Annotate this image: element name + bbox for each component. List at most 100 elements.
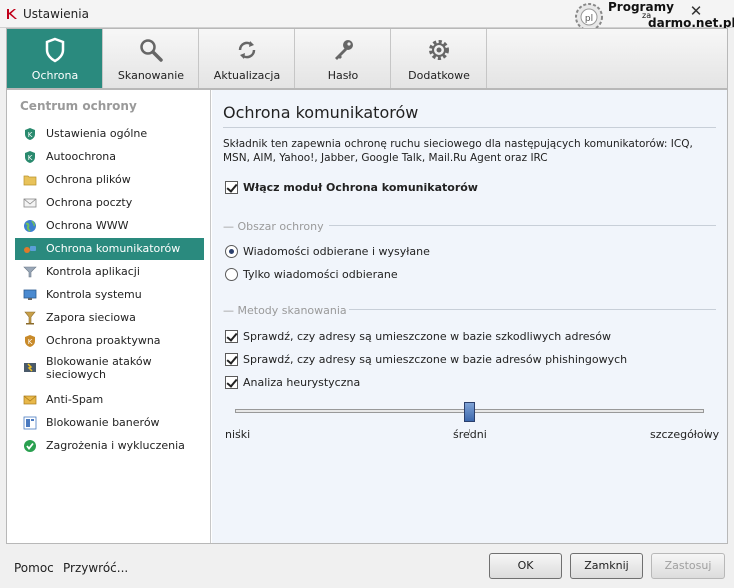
sidebar-item-label: Ustawienia ogólne (46, 127, 148, 140)
shield-k-icon: K (25, 335, 35, 347)
sidebar-item-label: Kontrola systemu (46, 288, 142, 301)
sidebar-item-ochrona-www[interactable]: Ochrona WWW (15, 215, 204, 237)
folder-icon (23, 175, 37, 186)
sidebar-item-blokowanie-atakow[interactable]: Blokowanie ataków sieciowych (15, 354, 204, 384)
messenger-icon (24, 246, 36, 253)
svg-text:K: K (28, 338, 33, 346)
radio-received-only-label: Tylko wiadomości odbierane (243, 268, 398, 281)
sidebar-item-zagrozenia[interactable]: Zagrożenia i wykluczenia (15, 435, 204, 457)
sidebar-item-label: Ochrona komunikatorów (46, 242, 181, 255)
sidebar-item-label: Blokowanie banerów (46, 416, 160, 429)
sidebar-item-label: Zagrożenia i wykluczenia (46, 439, 185, 452)
sidebar-item-label: Ochrona poczty (46, 196, 133, 209)
enable-module-checkbox[interactable] (225, 181, 238, 194)
sidebar-item-kontrola-systemu[interactable]: Kontrola systemu (15, 284, 204, 306)
funnel-icon (23, 266, 37, 278)
tab-label: Aktualizacja (213, 69, 281, 82)
check-circle-icon (24, 440, 36, 452)
settings-panel: Centrum ochrony K Ustawienia ogólne K Au… (6, 89, 728, 544)
tab-dodatkowe[interactable]: Dodatkowe (391, 29, 487, 88)
key-icon (335, 40, 353, 60)
sidebar-item-ochrona-komunikatorow[interactable]: Ochrona komunikatorów (15, 238, 204, 260)
sidebar-item-autoochrona[interactable]: K Autoochrona (15, 146, 204, 168)
tab-aktualizacja[interactable]: Aktualizacja (199, 29, 295, 88)
firewall-icon (24, 311, 36, 325)
shield-k-icon: K (25, 128, 35, 140)
sidebar-item-label: Ochrona plików (46, 173, 131, 186)
svg-text:K: K (28, 154, 33, 162)
heuristic-analysis-checkbox[interactable] (225, 376, 238, 389)
section-divider (329, 225, 716, 226)
title-divider (223, 127, 716, 128)
sidebar-item-label: Ochrona WWW (46, 219, 129, 232)
heuristic-analysis-label: Analiza heurystyczna (243, 376, 361, 389)
window-title: Ustawienia (23, 7, 89, 21)
description-text: Składnik ten zapewnia ochronę ruchu siec… (223, 138, 693, 164)
section-title-metody: — Metody skanowania (223, 304, 347, 317)
shield-icon (45, 37, 65, 63)
monitor-icon (23, 289, 37, 300)
section-divider (349, 309, 716, 310)
malicious-urls-label: Sprawdź, czy adresy są umieszczone w baz… (243, 330, 611, 343)
close-button[interactable]: Zamknij (570, 553, 643, 579)
apply-button[interactable]: Zastosuj (651, 553, 725, 579)
close-window-button[interactable]: ✕ (688, 2, 704, 20)
content-panel: Ochrona komunikatorów Składnik ten zapew… (212, 90, 727, 543)
main-toolbar: Ochrona Skanowanie Aktualizacja Hasło Do… (6, 28, 728, 89)
sidebar-item-label: Anti-Spam (46, 393, 104, 406)
tab-label: Hasło (327, 69, 359, 82)
page-title: Ochrona komunikatorów (223, 103, 419, 122)
sidebar-item-label: Zapora sieciowa (46, 311, 136, 324)
sidebar-item-label: Autoochrona (46, 150, 117, 163)
sidebar-item-label: Kontrola aplikacji (46, 265, 140, 278)
sidebar-item-ochrona-poczty[interactable]: Ochrona poczty (15, 192, 204, 214)
section-title-text: Metody skanowania (237, 304, 347, 317)
sidebar-item-zapora-sieciowa[interactable]: Zapora sieciowa (15, 307, 204, 329)
tab-haslo[interactable]: Hasło (295, 29, 391, 88)
shield-k-icon: K (25, 151, 35, 163)
refresh-icon (238, 41, 256, 59)
sidebar-item-kontrola-aplikacji[interactable]: Kontrola aplikacji (15, 261, 204, 283)
tab-label: Dodatkowe (408, 69, 470, 82)
radio-received-only[interactable] (225, 268, 238, 281)
magnifier-icon (140, 39, 163, 62)
slider-label-detailed: szczegółowy (650, 428, 720, 441)
gear-icon (429, 40, 449, 60)
sidebar-item-ochrona-proaktywna[interactable]: K Ochrona proaktywna (15, 330, 204, 352)
radio-sent-received[interactable] (225, 245, 238, 258)
sidebar-heading: Centrum ochrony (20, 99, 137, 113)
sidebar: Centrum ochrony K Ustawienia ogólne K Au… (7, 90, 211, 543)
sidebar-item-ochrona-plikow[interactable]: Ochrona plików (15, 169, 204, 191)
restore-link[interactable]: Przywróć... (63, 561, 128, 575)
sidebar-item-blokowanie-banerow[interactable]: Blokowanie banerów (15, 412, 204, 434)
kaspersky-logo-icon (7, 9, 17, 19)
title-bar: Ustawienia pl Programy za darmo.net.pl ✕ (0, 0, 734, 31)
svg-text:K: K (28, 131, 33, 139)
section-title-obszar: — Obszar ochrony (223, 220, 324, 233)
sidebar-item-ustawienia-ogolne[interactable]: K Ustawienia ogólne (15, 123, 204, 145)
tab-ochrona[interactable]: Ochrona (7, 29, 103, 88)
section-title-text: Obszar ochrony (237, 220, 324, 233)
watermark-text-1: Programy (608, 0, 674, 14)
globe-icon (24, 220, 36, 232)
slider-label-medium: średni (453, 428, 487, 441)
banner-icon (23, 416, 37, 430)
svg-text:pl: pl (585, 14, 593, 24)
sidebar-item-label: Ochrona proaktywna (46, 334, 161, 347)
help-link[interactable]: Pomoc (14, 561, 54, 575)
ok-button[interactable]: OK (489, 553, 562, 579)
phishing-urls-label: Sprawdź, czy adresy są umieszczone w baz… (243, 353, 628, 366)
slider-label-low: niski (225, 428, 251, 441)
network-attack-icon (24, 363, 36, 372)
tab-skanowanie[interactable]: Skanowanie (103, 29, 199, 88)
malicious-urls-checkbox[interactable] (225, 330, 238, 343)
spam-icon (23, 395, 37, 405)
tab-label: Ochrona (31, 69, 79, 82)
scan-level-slider-thumb[interactable] (464, 402, 475, 422)
tab-label: Skanowanie (117, 69, 185, 82)
sidebar-item-anti-spam[interactable]: Anti-Spam (15, 389, 204, 411)
envelope-icon (23, 198, 37, 208)
radio-sent-received-label: Wiadomości odbierane i wysyłane (243, 245, 430, 258)
phishing-urls-checkbox[interactable] (225, 353, 238, 366)
sidebar-item-label: Blokowanie ataków sieciowych (46, 355, 152, 381)
